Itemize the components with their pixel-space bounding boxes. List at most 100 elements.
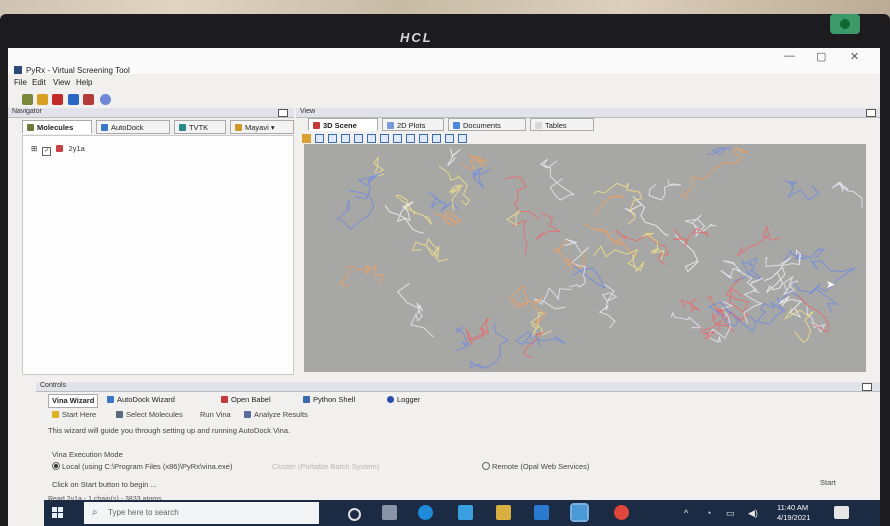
windows-start-icon[interactable] [52,507,64,519]
navigator-title: Navigator [12,108,42,115]
tab-python-shell[interactable]: Python Shell [300,394,358,406]
view-y-icon[interactable] [354,134,363,143]
expand-icon[interactable]: ⊞ [31,144,37,153]
task-view-icon[interactable] [382,505,397,520]
radio-remote-label: Remote (Opal Web Services) [492,462,590,471]
view-x-icon[interactable] [315,134,324,143]
autodock-icon [107,396,114,403]
tab-logger[interactable]: Logger [384,394,423,406]
fit-icon[interactable] [432,134,441,143]
menu-file[interactable]: File [14,78,27,87]
tab-molecules[interactable]: Molecules [22,120,92,134]
edge-icon[interactable] [418,505,433,520]
tab-tvtk-label: TVTK [189,123,209,132]
tab-documents[interactable]: Documents [448,118,526,131]
start-button[interactable]: Start [820,478,836,487]
atom-bond-chain [648,179,682,201]
battery-icon[interactable]: ▭ [726,508,735,519]
step-run-vina[interactable]: Run Vina [200,410,231,419]
document-icon [453,122,460,129]
atom-bond-chain [438,165,470,207]
open-folder-icon[interactable] [37,94,48,105]
select-arrow-icon[interactable] [302,134,311,143]
menu-edit[interactable]: Edit [32,78,46,87]
tab-tables[interactable]: Tables [530,118,594,131]
view-z-icon[interactable] [367,134,376,143]
menu-view[interactable]: View [53,78,70,87]
view-tabs: 3D Scene 2D Plots Documents Tables [308,118,688,132]
settings-icon[interactable] [83,94,94,105]
iso-icon[interactable] [393,134,402,143]
pyrx-taskbar-icon[interactable] [570,503,589,522]
controls-restore-icon[interactable] [862,383,872,391]
file-explorer-icon[interactable] [496,505,511,520]
mail-icon[interactable] [534,505,549,520]
molecules-panel: ⊞ ✓ 2y1a [22,135,294,375]
tab-tvtk[interactable]: TVTK [174,120,226,134]
windows-taskbar: ⌕ Type here to search ^ ◔ ▭ ◀) 11:40 AM … [44,500,880,526]
radio-remote[interactable]: Remote (Opal Web Services) [482,462,589,471]
network-icon[interactable]: ◔ [706,508,711,518]
atom-bond-chain [594,194,624,215]
step-start-here[interactable]: Start Here [52,410,96,419]
3d-scene-viewport[interactable]: ➤ [304,144,866,372]
tab-autodock-wizard[interactable]: AutoDock Wizard [104,394,178,406]
tab-autodock[interactable]: AutoDock [96,120,170,134]
tab-2d-plots[interactable]: 2D Plots [382,118,444,131]
radio-cluster[interactable]: Cluster (Portable Batch System) [272,462,379,471]
radio-local[interactable]: Local (using C:\Program Files (x86)\PyRx… [52,462,232,471]
atom-bond-chain [506,209,520,227]
minimize-button[interactable]: — [784,50,795,62]
atom-bond-chain [681,147,749,200]
molecule-red-icon[interactable] [52,94,63,105]
help-icon[interactable] [68,94,79,105]
app-icon [14,66,22,74]
view-x-icon[interactable] [328,134,337,143]
tab-open-babel[interactable]: Open Babel [218,394,274,406]
navigator-tabs: Molecules AutoDock TVTK Mayavi ▾ [22,120,294,136]
reset-icon[interactable] [458,134,467,143]
molecule-name: 2y1a [68,144,85,153]
volume-icon[interactable]: ◀) [748,508,758,519]
chrome-icon[interactable] [614,505,629,520]
save-icon[interactable] [445,134,454,143]
visibility-checkbox[interactable]: ✓ [42,147,52,156]
menu-help[interactable]: Help [76,78,92,87]
tree-item-2y1a[interactable]: ⊞ ✓ 2y1a [31,144,85,156]
navigator-restore-icon[interactable] [278,109,288,117]
clock-date[interactable]: 4/19/2021 [777,513,810,522]
step-analyze-results[interactable]: Analyze Results [244,410,308,419]
controls-header: Controls [36,382,880,392]
axis-icon[interactable] [419,134,428,143]
globe-icon[interactable] [100,94,111,105]
tab-3d-scene[interactable]: 3D Scene [308,118,378,131]
atom-bond-chain [784,180,820,201]
view-y-icon[interactable] [341,134,350,143]
maximize-button[interactable]: ▢ [816,50,826,63]
atom-bond-chain [737,224,782,257]
notification-icon[interactable] [834,506,849,519]
atom-bond-chain [598,283,618,329]
tab-mayavi[interactable]: Mayavi ▾ [230,120,294,134]
clock-time[interactable]: 11:40 AM [777,503,808,512]
atom-bond-chain [641,233,665,261]
step-select-molecules[interactable]: Select Molecules [116,410,183,419]
atom-bond-chain [539,158,576,201]
navigator-header: Navigator [8,108,294,118]
tab-2d-plots-label: 2D Plots [397,121,426,130]
cortana-icon[interactable] [348,508,361,521]
tab-mayavi-label: Mayavi [245,123,269,132]
atom-bond-chain [469,322,509,369]
close-button[interactable]: ✕ [850,50,859,63]
webcam-icon [830,14,860,34]
view-restore-icon[interactable] [866,109,876,117]
plot-icon [387,122,394,129]
taskbar-search-box[interactable]: ⌕ Type here to search [84,502,319,524]
photos-icon[interactable] [458,505,473,520]
view-z-icon[interactable] [380,134,389,143]
chevron-up-icon[interactable]: ^ [684,508,688,518]
molecule-icon [27,124,34,131]
table-icon [535,122,542,129]
color-icon[interactable] [406,134,415,143]
load-molecule-icon[interactable] [22,94,33,105]
